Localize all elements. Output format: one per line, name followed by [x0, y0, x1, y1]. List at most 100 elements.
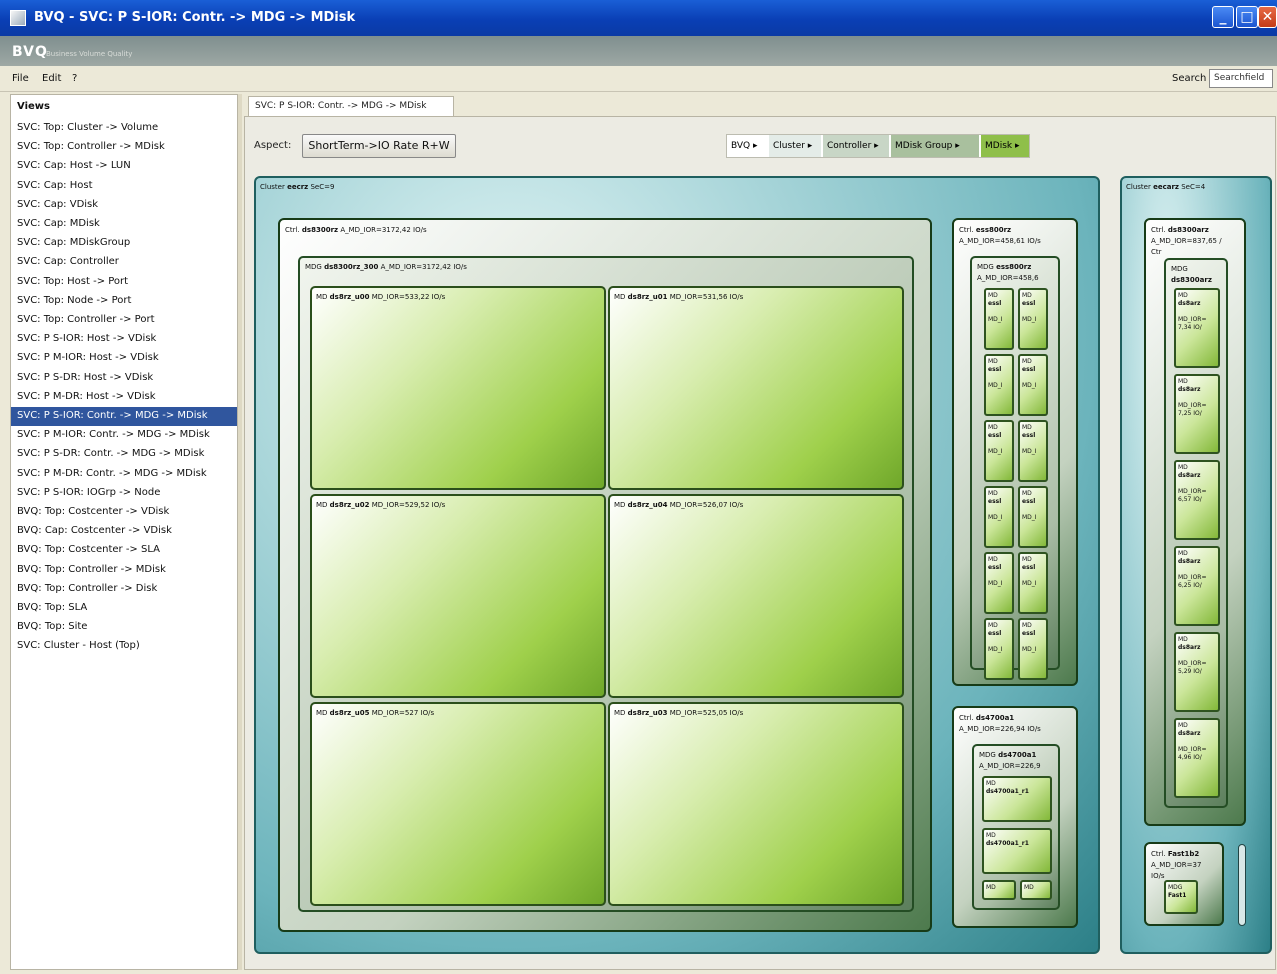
view-item[interactable]: SVC: P S-IOR: Contr. -> MDG -> MDisk: [11, 407, 237, 426]
mdisk-label: MD essl MD_I: [1022, 424, 1037, 455]
mdisk-tile-essl[interactable]: MD essl MD_I: [1018, 354, 1048, 416]
view-item[interactable]: SVC: Top: Controller -> Port: [11, 311, 237, 330]
mdisk-tile-essl[interactable]: MD essl MD_I: [1018, 288, 1048, 350]
minimize-button[interactable]: _: [1212, 6, 1234, 28]
breadcrumb-controller[interactable]: Controller ▸: [823, 135, 889, 157]
panel-splitter[interactable]: [238, 94, 242, 970]
brand-bar: BVQ Business Volume Quality: [0, 36, 1277, 66]
mdisk-tile-ds8arz[interactable]: MD ds8arz MD_IOR= 4,96 IO/: [1174, 718, 1220, 798]
mdisk-tile-ds8arz[interactable]: MD ds8arz MD_IOR= 7,34 IO/: [1174, 288, 1220, 368]
view-item[interactable]: SVC: P M-DR: Host -> VDisk: [11, 388, 237, 407]
aspect-button[interactable]: ShortTerm->IO Rate R+W: [302, 134, 456, 158]
mdisk-label: MD ds8rz_u00 MD_IOR=533,22 IO/s: [316, 293, 446, 301]
maximize-button[interactable]: □: [1236, 6, 1258, 28]
view-item[interactable]: BVQ: Top: SLA: [11, 599, 237, 618]
view-item[interactable]: SVC: P S-IOR: Host -> VDisk: [11, 330, 237, 349]
view-item[interactable]: SVC: Cap: MDiskGroup: [11, 234, 237, 253]
mdisk-label: MD essl MD_I: [988, 622, 1003, 653]
mdisk-tile-ds8arz[interactable]: MD ds8arz MD_IOR= 6,57 IO/: [1174, 460, 1220, 540]
mdisk-tile-essl[interactable]: MD essl MD_I: [984, 354, 1014, 416]
window-title: BVQ - SVC: P S-IOR: Contr. -> MDG -> MDi…: [34, 10, 356, 25]
view-item[interactable]: SVC: Top: Cluster -> Volume: [11, 119, 237, 138]
mdg-label: MDG ds4700a1 A_MD_IOR=226,9: [979, 751, 1041, 770]
mdisk-label: MD ds8rz_u04 MD_IOR=526,07 IO/s: [614, 501, 744, 509]
mdisk-tile[interactable]: MD ds8rz_u00 MD_IOR=533,22 IO/s: [310, 286, 606, 490]
aspect-label: Aspect:: [254, 140, 292, 151]
controller-label: Ctrl. Fast1b2 A_MD_IOR=37 IO/s: [1151, 850, 1202, 880]
mdisk-label: MD essl MD_I: [1022, 292, 1037, 323]
tab-active-view[interactable]: SVC: P S-IOR: Contr. -> MDG -> MDisk: [248, 96, 454, 116]
mdisk-tile[interactable]: MD ds8rz_u05 MD_IOR=527 IO/s: [310, 702, 606, 906]
view-item[interactable]: SVC: P M-DR: Contr. -> MDG -> MDisk: [11, 465, 237, 484]
view-item[interactable]: BVQ: Top: Site: [11, 618, 237, 637]
menu-bar: File Edit ? Search Searchfield: [0, 66, 1277, 92]
mdg-label: MDG ds8300arz: [1171, 265, 1212, 284]
mdisk-tile[interactable]: MD ds8rz_u04 MD_IOR=526,07 IO/s: [608, 494, 904, 698]
view-item[interactable]: BVQ: Top: Controller -> Disk: [11, 580, 237, 599]
mdisk-tile-essl[interactable]: MD essl MD_I: [984, 288, 1014, 350]
mdisk-tile-essl[interactable]: MD essl MD_I: [984, 552, 1014, 614]
menu-file[interactable]: File: [12, 73, 29, 84]
cluster-scrollbar[interactable]: [1238, 844, 1246, 926]
search-input[interactable]: Searchfield: [1209, 69, 1273, 88]
mdisk-tile-essl[interactable]: MD essl MD_I: [984, 618, 1014, 680]
mdisk-tile-small[interactable]: MD: [982, 880, 1016, 900]
view-item[interactable]: SVC: Top: Node -> Port: [11, 292, 237, 311]
mdg-label: MDG Fast1: [1168, 884, 1187, 899]
mdisk-tile-small[interactable]: MD: [1020, 880, 1052, 900]
mdisk-tile[interactable]: MD ds8rz_u01 MD_IOR=531,56 IO/s: [608, 286, 904, 490]
mdisk-tile-ds4700a1-r1[interactable]: MD ds4700a1_r1: [982, 828, 1052, 874]
mdisk-tile-ds4700a1-r1[interactable]: MD ds4700a1_r1: [982, 776, 1052, 822]
mdisk-tile-essl[interactable]: MD essl MD_I: [984, 486, 1014, 548]
view-item[interactable]: SVC: Cap: Controller: [11, 253, 237, 272]
view-item[interactable]: SVC: Top: Controller -> MDisk: [11, 138, 237, 157]
mdg-tile-fast1[interactable]: MDG Fast1: [1164, 880, 1198, 914]
breadcrumb-cluster[interactable]: Cluster ▸: [769, 135, 821, 157]
mdisk-label: MD ds4700a1_r1: [986, 832, 1029, 847]
cluster-label: Cluster eecrz SeC=9: [260, 183, 335, 191]
mdisk-tile-ds8arz[interactable]: MD ds8arz MD_IOR= 7,25 IO/: [1174, 374, 1220, 454]
controller-label: Ctrl. ds4700a1 A_MD_IOR=226,94 IO/s: [959, 714, 1041, 733]
controller-label: Ctrl. ess800rz A_MD_IOR=458,61 IO/s: [959, 226, 1041, 245]
view-item[interactable]: SVC: Cap: Host: [11, 177, 237, 196]
mdisk-label: MD essl MD_I: [1022, 622, 1037, 653]
mdisk-tile-essl[interactable]: MD essl MD_I: [1018, 618, 1048, 680]
mdisk-tile-essl[interactable]: MD essl MD_I: [1018, 486, 1048, 548]
menu-edit[interactable]: Edit: [42, 73, 61, 84]
mdisk-tile[interactable]: MD ds8rz_u02 MD_IOR=529,52 IO/s: [310, 494, 606, 698]
view-item[interactable]: BVQ: Cap: Costcenter -> VDisk: [11, 522, 237, 541]
view-item[interactable]: SVC: P M-IOR: Host -> VDisk: [11, 349, 237, 368]
view-item[interactable]: SVC: P S-IOR: IOGrp -> Node: [11, 484, 237, 503]
mdisk-tile-essl[interactable]: MD essl MD_I: [1018, 552, 1048, 614]
mdisk-tile-ds8arz[interactable]: MD ds8arz MD_IOR= 5,29 IO/: [1174, 632, 1220, 712]
view-item[interactable]: SVC: Top: Host -> Port: [11, 273, 237, 292]
app-icon: [10, 10, 26, 26]
view-item[interactable]: SVC: P S-DR: Host -> VDisk: [11, 369, 237, 388]
view-item[interactable]: BVQ: Top: Controller -> MDisk: [11, 561, 237, 580]
mdisk-tile-essl[interactable]: MD essl MD_I: [1018, 420, 1048, 482]
breadcrumb-mdisk[interactable]: MDisk ▸: [981, 135, 1029, 157]
title-bar[interactable]: BVQ - SVC: P S-IOR: Contr. -> MDG -> MDi…: [0, 0, 1277, 36]
close-button[interactable]: ✕: [1258, 6, 1277, 28]
mdisk-label: MD ds8arz MD_IOR= 6,25 IO/: [1178, 550, 1207, 589]
view-item[interactable]: SVC: P M-IOR: Contr. -> MDG -> MDisk: [11, 426, 237, 445]
view-item[interactable]: SVC: Cluster - Host (Top): [11, 637, 237, 656]
view-item[interactable]: SVC: Cap: MDisk: [11, 215, 237, 234]
breadcrumb-bvq[interactable]: BVQ ▸: [727, 135, 767, 157]
mdisk-tile-essl[interactable]: MD essl MD_I: [984, 420, 1014, 482]
view-item[interactable]: BVQ: Top: Costcenter -> VDisk: [11, 503, 237, 522]
mdisk-label: MD ds4700a1_r1: [986, 780, 1029, 795]
search-label: Search: [1172, 73, 1207, 84]
mdisk-label: MD ds8arz MD_IOR= 4,96 IO/: [1178, 722, 1207, 761]
view-item[interactable]: SVC: Cap: VDisk: [11, 196, 237, 215]
view-item[interactable]: SVC: P S-DR: Contr. -> MDG -> MDisk: [11, 445, 237, 464]
view-item[interactable]: SVC: Cap: Host -> LUN: [11, 157, 237, 176]
breadcrumb-mdisk-group[interactable]: MDisk Group ▸: [891, 135, 979, 157]
mdisk-tile[interactable]: MD ds8rz_u03 MD_IOR=525,05 IO/s: [608, 702, 904, 906]
mdisk-tile-ds8arz[interactable]: MD ds8arz MD_IOR= 6,25 IO/: [1174, 546, 1220, 626]
menu-help[interactable]: ?: [72, 73, 77, 84]
mdisk-label: MD essl MD_I: [988, 292, 1003, 323]
views-header: Views: [17, 101, 50, 112]
mdisk-label: MD ds8arz MD_IOR= 7,25 IO/: [1178, 378, 1207, 417]
view-item[interactable]: BVQ: Top: Costcenter -> SLA: [11, 541, 237, 560]
